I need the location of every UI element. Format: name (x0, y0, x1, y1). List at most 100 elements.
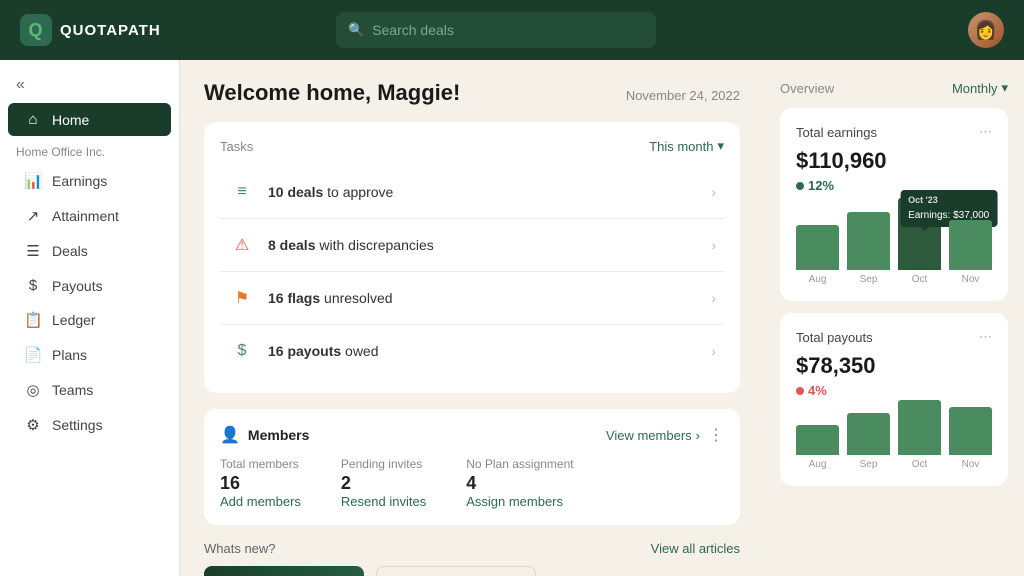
sidebar-item-label: Payouts (52, 278, 103, 294)
bar-label: Aug (809, 459, 827, 470)
sidebar-item-earnings[interactable]: 📊 Earnings (8, 164, 171, 198)
task-approve[interactable]: ≡ 10 deals to approve › (220, 166, 724, 219)
bar-label: Nov (962, 274, 980, 285)
chart-bar (949, 407, 992, 455)
earnings-card: Total earnings ⋯ $110,960 12% AugSepOct … (780, 108, 1008, 301)
stat-no-plan: No Plan assignment 4 Assign members (466, 457, 573, 509)
bar-label: Oct (912, 459, 928, 470)
change-indicator (796, 182, 804, 190)
payouts-bar-chart: Aug Sep Oct Nov (796, 410, 992, 470)
search-bar[interactable]: 🔍 (336, 12, 656, 48)
task-flags-text: 16 flags unresolved (268, 290, 711, 306)
logo-text: QUOTAPATH (60, 22, 161, 39)
payouts-task-icon: $ (228, 337, 256, 365)
assign-members-button[interactable]: Assign members (466, 494, 573, 509)
view-members-button[interactable]: View members › (606, 428, 700, 443)
bar-label: Nov (962, 459, 980, 470)
page-date: November 24, 2022 (626, 88, 740, 103)
stat-total-label: Total members (220, 457, 301, 471)
chart-bar (949, 220, 992, 270)
bar-group: Aug (796, 225, 839, 285)
search-input[interactable] (372, 22, 644, 38)
bar-label: Aug (809, 274, 827, 285)
payouts-card-title: Total payouts ⋯ (796, 329, 992, 345)
members-more-button[interactable]: ⋮ (708, 425, 724, 445)
right-panel: Overview Monthly ▾ Total earnings ⋯ $110… (764, 60, 1024, 576)
members-title: Members (248, 427, 606, 443)
stat-total-members: Total members 16 Add members (220, 457, 301, 509)
sidebar-item-attainment[interactable]: ↗ Attainment (8, 199, 171, 233)
resend-invites-button[interactable]: Resend invites (341, 494, 426, 509)
change-indicator (796, 387, 804, 395)
bar-group: Oct (898, 400, 941, 470)
avatar[interactable]: 👩 (968, 12, 1004, 48)
members-icon: 👤 (220, 425, 240, 445)
approve-icon: ≡ (228, 178, 256, 206)
article-card-1[interactable]: 🧑 Sales comp trends to know ahead of Q4.… (204, 566, 364, 576)
plans-icon: 📄 (24, 346, 42, 364)
chart-bar: Oct '23Earnings: $37,000 (898, 198, 941, 270)
bar-group: Nov (949, 220, 992, 285)
chevron-right-icon: › (711, 290, 716, 306)
sidebar-item-label: Teams (52, 382, 93, 398)
overview-label: Overview (780, 81, 834, 96)
members-header: 👤 Members View members › ⋮ (220, 425, 724, 445)
members-section: 👤 Members View members › ⋮ Total members… (204, 409, 740, 525)
top-navigation: Q QUOTAPATH 🔍 👩 (0, 0, 1024, 60)
stat-total-value: 16 (220, 473, 301, 494)
deals-icon: ☰ (24, 242, 42, 260)
payouts-change: 4% (796, 383, 992, 398)
bar-label: Sep (860, 274, 878, 285)
task-flags[interactable]: ⚑ 16 flags unresolved › (220, 272, 724, 325)
sidebar: « ⌂ Home Home Office Inc. 📊 Earnings ↗ A… (0, 60, 180, 576)
overview-period-button[interactable]: Monthly ▾ (952, 80, 1008, 96)
logo-icon: Q (20, 14, 52, 46)
task-discrepancies-text: 8 deals with discrepancies (268, 237, 711, 253)
tasks-label: Tasks (220, 139, 253, 154)
task-discrepancies[interactable]: ⚠ 8 deals with discrepancies › (220, 219, 724, 272)
bar-group: Nov (949, 407, 992, 470)
members-stats: Total members 16 Add members Pending inv… (220, 457, 724, 509)
view-all-articles-button[interactable]: View all articles (651, 541, 740, 556)
bar-group: Sep (847, 212, 890, 285)
payouts-card: Total payouts ⋯ $78,350 4% Aug Sep Oct Nov (780, 313, 1008, 486)
sidebar-item-plans[interactable]: 📄 Plans (8, 338, 171, 372)
sidebar-item-label: Plans (52, 347, 87, 363)
attainment-icon: ↗ (24, 207, 42, 225)
sidebar-item-label: Ledger (52, 312, 96, 328)
sidebar-item-label: Deals (52, 243, 88, 259)
add-members-button[interactable]: Add members (220, 494, 301, 509)
sidebar-item-payouts[interactable]: $ Payouts (8, 269, 171, 302)
ledger-icon: 📋 (24, 311, 42, 329)
tasks-period[interactable]: This month ▾ (649, 138, 724, 154)
sidebar-item-teams[interactable]: ◎ Teams (8, 373, 171, 407)
sidebar-item-settings[interactable]: ⚙ Settings (8, 408, 171, 442)
payouts-icon: $ (24, 277, 42, 294)
sidebar-item-ledger[interactable]: 📋 Ledger (8, 303, 171, 337)
sidebar-item-home[interactable]: ⌂ Home (8, 103, 171, 136)
overview-header: Overview Monthly ▾ (780, 80, 1008, 96)
stat-pending-value: 2 (341, 473, 426, 494)
chevron-right-icon: › (711, 343, 716, 359)
earnings-more-button[interactable]: ⋯ (979, 124, 992, 140)
sidebar-collapse-button[interactable]: « (0, 72, 179, 102)
payouts-amount: $78,350 (796, 353, 992, 379)
bar-label: Oct (912, 274, 928, 285)
stat-pending-label: Pending invites (341, 457, 426, 471)
payouts-more-button[interactable]: ⋯ (979, 329, 992, 345)
main-content: Welcome home, Maggie! November 24, 2022 … (180, 60, 764, 576)
sidebar-item-deals[interactable]: ☰ Deals (8, 234, 171, 268)
task-payouts[interactable]: $ 16 payouts owed › (220, 325, 724, 377)
sidebar-item-label: Settings (52, 417, 103, 433)
discrepancy-icon: ⚠ (228, 231, 256, 259)
earnings-card-title: Total earnings ⋯ (796, 124, 992, 140)
sidebar-item-label: Attainment (52, 208, 119, 224)
article-card-2[interactable]: How to design compensation plans (376, 566, 536, 576)
bar-group: Sep (847, 413, 890, 470)
page-title: Welcome home, Maggie! (204, 80, 460, 106)
earnings-bar-chart: AugSepOct '23Earnings: $37,000OctNov (796, 205, 992, 285)
stat-noplan-value: 4 (466, 473, 573, 494)
task-payouts-text: 16 payouts owed (268, 343, 711, 359)
flag-icon: ⚑ (228, 284, 256, 312)
home-icon: ⌂ (24, 111, 42, 128)
